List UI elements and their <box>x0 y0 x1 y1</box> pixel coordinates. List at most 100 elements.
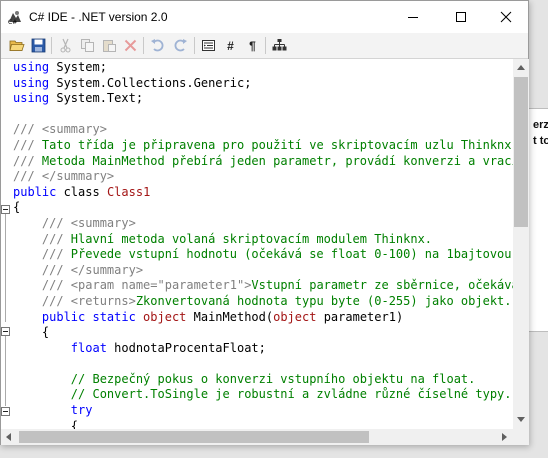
scroll-left-icon[interactable] <box>6 433 11 441</box>
title-bar[interactable]: C# C# IDE - .NET version 2.0 <box>1 1 528 33</box>
copy-button[interactable] <box>79 37 96 54</box>
close-icon <box>500 11 512 23</box>
code-line: /// Převede vstupní hodnotu (očekává se … <box>13 247 513 263</box>
background-window: erz t to <box>528 108 548 332</box>
code-token: /// <summary> <box>13 215 136 230</box>
code-line: { <box>13 419 513 429</box>
code-token: Vstupní parametr ze sběrnice, očekávaný … <box>251 278 513 293</box>
code-token: Převede vstupní hodnotu (očekává se floa… <box>70 247 512 262</box>
code-line: public static object MainMethod(object p… <box>13 310 513 326</box>
minimize-button[interactable] <box>390 1 436 33</box>
scrollbar-corner <box>513 429 529 445</box>
code-line: /// Metoda MainMethod přebírá jeden para… <box>13 154 513 170</box>
code-token: /// <box>13 153 42 168</box>
code-token: Metoda MainMethod přebírá jeden parametr… <box>41 153 513 168</box>
paste-button[interactable] <box>101 37 118 54</box>
save-button[interactable] <box>30 37 47 54</box>
code-token: System; <box>49 60 107 74</box>
code-line: // Bezpečný pokus o konverzi vstupního o… <box>13 372 513 388</box>
red-x-icon <box>124 39 137 52</box>
code-line: /// Tato třída je připravena pro použití… <box>13 138 513 154</box>
indent-button[interactable] <box>200 37 217 54</box>
code-line: /// Hlavní metoda volaná skriptovacím mo… <box>13 232 513 248</box>
horizontal-scrollbar[interactable] <box>1 429 513 445</box>
cut-button[interactable] <box>57 37 74 54</box>
code-token: public <box>13 184 57 199</box>
code-token: { <box>13 325 50 340</box>
maximize-button[interactable] <box>438 1 484 33</box>
code-token: Tato třída je připravena pro použití ve … <box>41 137 513 152</box>
horizontal-scroll-thumb[interactable] <box>19 431 369 443</box>
code-token: using <box>13 60 50 74</box>
delete-button[interactable] <box>122 37 139 54</box>
scroll-up-icon[interactable] <box>517 65 525 70</box>
app-icon: C# <box>8 11 21 25</box>
show-whitespace-button[interactable]: ¶ <box>244 37 261 54</box>
toolbar-separator <box>265 37 266 54</box>
code-line: float hodnotaProcentaFloat; <box>13 341 513 357</box>
code-token: /// <returns> <box>13 293 136 308</box>
code-token: System.Text; <box>49 91 144 106</box>
scroll-down-icon[interactable] <box>517 417 525 422</box>
code-token: { <box>13 418 79 429</box>
code-line: /// </summary> <box>13 263 513 279</box>
code-token: hodnotaProcentaFloat; <box>106 340 266 355</box>
code-line: using System; <box>13 60 513 76</box>
code-line: using System.Text; <box>13 91 513 107</box>
redo-icon <box>174 39 187 52</box>
line-numbers-button[interactable]: # <box>222 37 239 54</box>
code-token: using <box>13 75 50 90</box>
undo-icon <box>151 39 164 52</box>
structure-button[interactable] <box>271 37 288 54</box>
code-line: /// </summary> <box>13 169 513 185</box>
code-line: using System.Collections.Generic; <box>13 76 513 92</box>
code-line: public class Class1 <box>13 185 513 201</box>
scissors-icon <box>60 38 71 53</box>
toolbar-separator <box>194 37 195 54</box>
code-token: { <box>13 200 21 215</box>
code-line: /// <summary> <box>13 122 513 138</box>
toolbar: # ¶ <box>1 33 528 59</box>
open-button[interactable] <box>8 37 25 54</box>
code-token: /// </summary> <box>13 169 115 184</box>
folder-open-icon <box>8 40 25 51</box>
code-token: Zkonvertovaná hodnota typu byte (0-255) … <box>135 293 512 308</box>
paste-icon <box>103 40 116 52</box>
tree-structure-icon <box>272 39 287 51</box>
code-token: // Convert.ToSingle je robustní a zvládn… <box>13 387 512 402</box>
indent-icon <box>202 40 215 51</box>
code-line: /// <summary> <box>13 216 513 232</box>
code-token: /// <param name="parameter1"> <box>13 278 252 293</box>
code-token: /// </summary> <box>13 262 144 277</box>
undo-button[interactable] <box>149 37 166 54</box>
minimize-icon <box>408 17 418 18</box>
code-text: using System; using System.Collections.Ge… <box>1 60 513 429</box>
code-editor[interactable]: using System; using System.Collections.Ge… <box>1 59 513 429</box>
code-token: public static <box>13 309 136 324</box>
redo-button[interactable] <box>172 37 189 54</box>
toolbar-separator <box>143 37 144 54</box>
code-line: /// <param name="parameter1">Vstupní par… <box>13 278 513 294</box>
ide-window: C# C# IDE - .NET version 2.0 # ¶ using S… <box>0 0 529 445</box>
code-line: { <box>13 325 513 341</box>
background-text-1: erz <box>533 119 548 131</box>
code-token: float <box>13 340 107 355</box>
code-token: // Bezpečný pokus o konverzi vstupního o… <box>13 371 476 386</box>
copy-icon <box>81 39 94 52</box>
code-token: class <box>56 184 100 199</box>
svg-text:C#: C# <box>8 19 17 25</box>
code-line: /// <returns>Zkonvertovaná hodnota typu … <box>13 294 513 310</box>
background-text-2: t to <box>533 135 548 147</box>
code-token: /// <box>13 247 71 262</box>
vertical-scroll-thumb[interactable] <box>514 77 528 227</box>
scroll-right-icon[interactable] <box>502 433 507 441</box>
code-token: try <box>13 403 93 418</box>
code-token: using <box>13 91 50 106</box>
window-title: C# IDE - .NET version 2.0 <box>29 10 168 24</box>
maximize-icon <box>456 12 466 22</box>
close-button[interactable] <box>483 1 529 33</box>
code-line: // Convert.ToSingle je robustní a zvládn… <box>13 387 513 403</box>
toolbar-separator <box>51 37 52 54</box>
vertical-scrollbar[interactable] <box>513 59 529 429</box>
